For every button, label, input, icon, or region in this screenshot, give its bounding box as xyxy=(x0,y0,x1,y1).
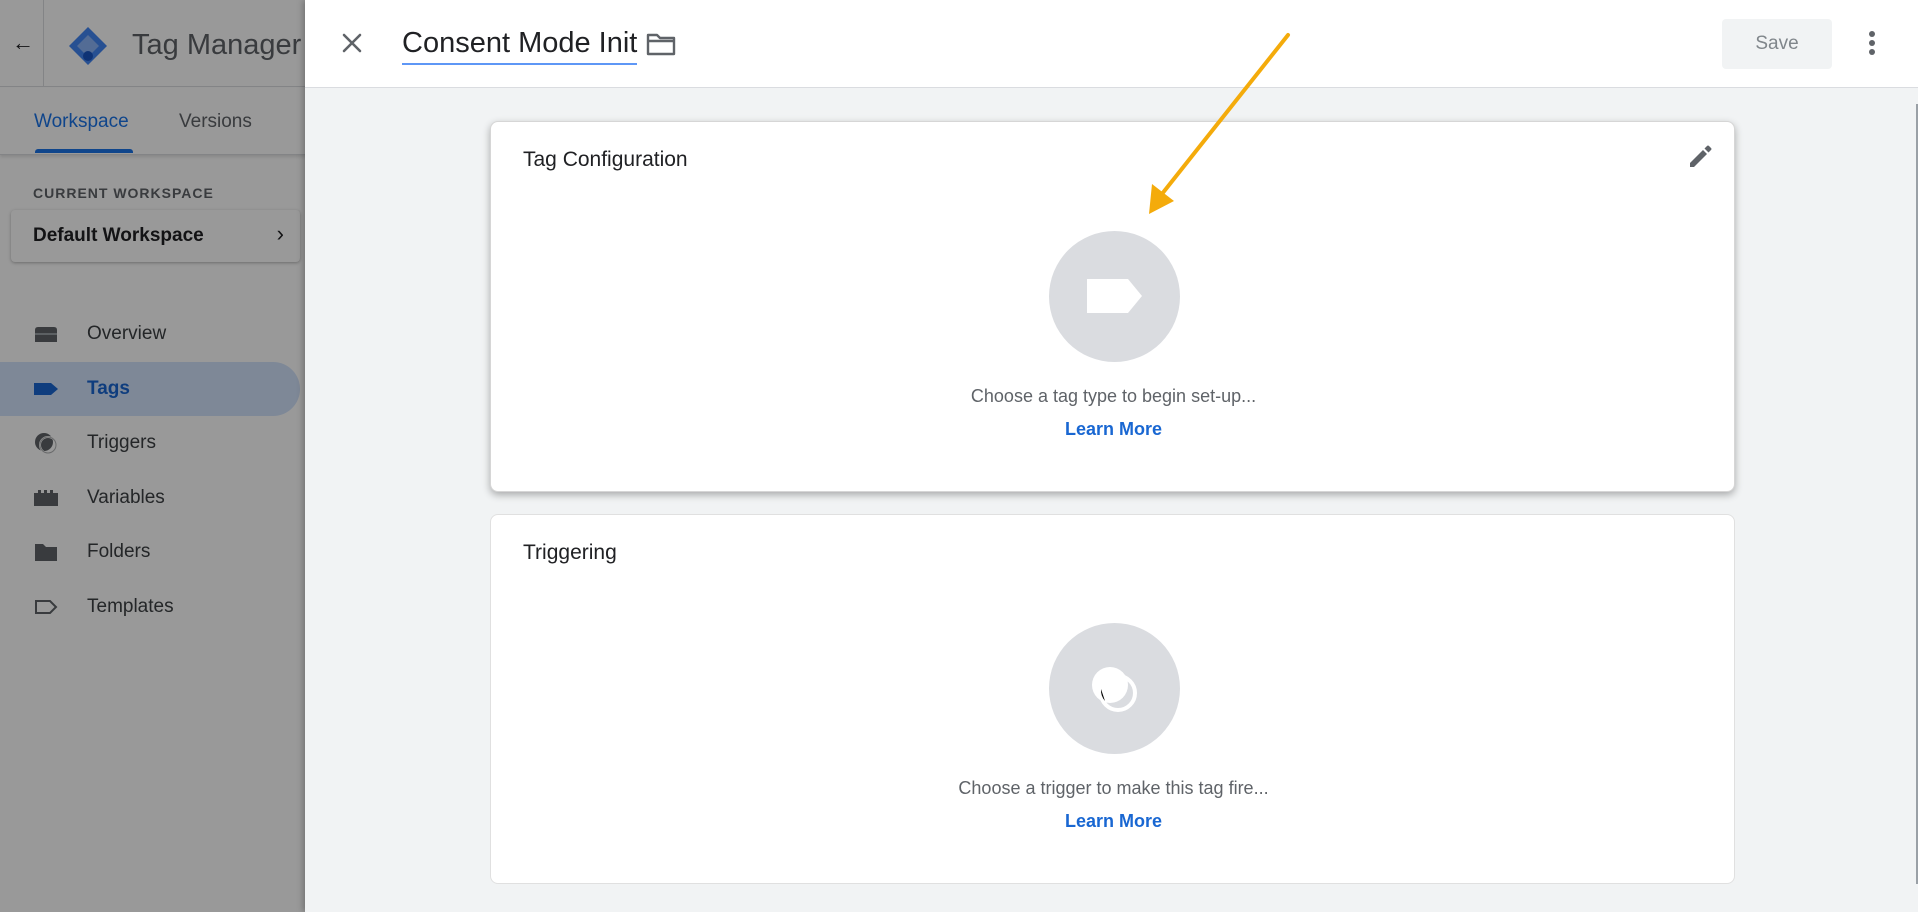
learn-more-link[interactable]: Learn More xyxy=(491,811,1736,832)
triggering-card[interactable]: Triggering Choose a trigger to make this… xyxy=(490,514,1735,884)
trigger-placeholder[interactable] xyxy=(1049,623,1180,754)
trigger-hint: Choose a trigger to make this tag fire..… xyxy=(958,778,1269,798)
editor-header: Consent Mode Init Save xyxy=(305,0,1918,88)
save-button[interactable]: Save xyxy=(1722,19,1832,69)
more-vert-icon[interactable] xyxy=(1857,26,1887,60)
pencil-icon[interactable] xyxy=(1684,141,1716,173)
tag-icon xyxy=(1087,279,1142,313)
tag-type-hint: Choose a tag type to begin set-up... xyxy=(970,386,1257,406)
tag-configuration-card[interactable]: Tag Configuration Choose a tag type to b… xyxy=(490,121,1735,492)
close-icon[interactable] xyxy=(335,26,369,60)
learn-more-link[interactable]: Learn More xyxy=(491,419,1736,440)
folder-icon[interactable] xyxy=(645,30,677,58)
tag-type-placeholder[interactable] xyxy=(1049,231,1180,362)
tag-editor-panel: Consent Mode Init Save Tag Configuration… xyxy=(305,0,1918,912)
card-title: Tag Configuration xyxy=(523,148,688,171)
trigger-icon xyxy=(1092,667,1137,712)
modal-scrim[interactable] xyxy=(0,0,305,912)
card-title: Triggering xyxy=(523,541,617,564)
tag-name-input[interactable]: Consent Mode Init xyxy=(402,27,638,65)
